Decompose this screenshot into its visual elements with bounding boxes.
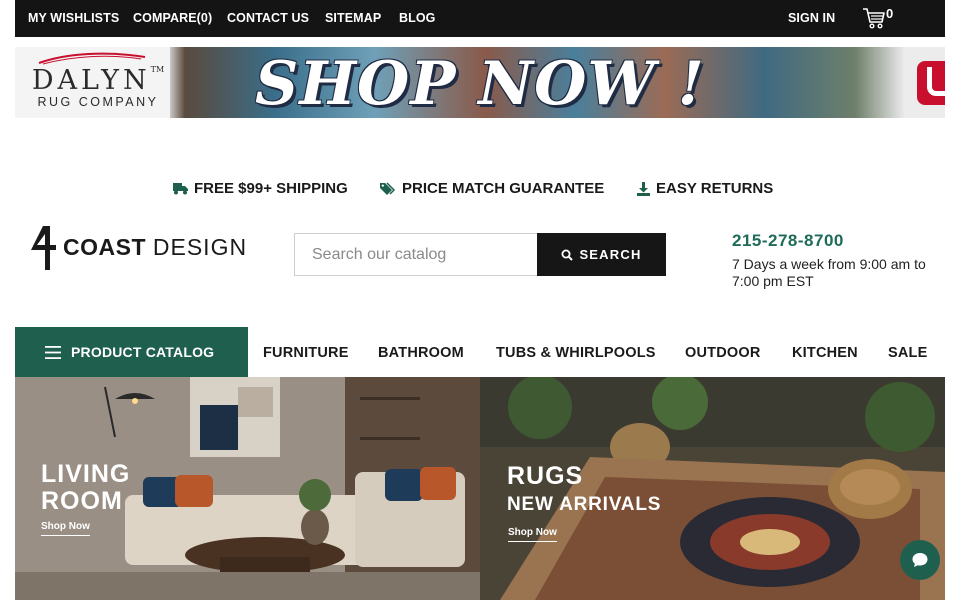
cart-button[interactable] [861, 5, 901, 33]
logo-word-light: DESIGN [152, 234, 248, 260]
nav-item-outdoor[interactable]: OUTDOOR [685, 345, 761, 361]
nav-item-sale[interactable]: SALE [888, 345, 927, 361]
nav-item-tubs-whirlpools[interactable]: TUBS & WHIRLPOOLS [496, 345, 656, 361]
shopping-cart-icon [863, 8, 885, 29]
perk-free-shipping: FREE $99+ SHIPPING [173, 180, 348, 197]
nav-item-bathroom[interactable]: BATHROOM [378, 345, 464, 361]
nav-item-furniture[interactable]: FURNITURE [263, 345, 349, 361]
search-input[interactable] [294, 233, 538, 276]
dalyn-logo: DALYNTM RUG COMPANY [15, 47, 170, 118]
hero-living-room[interactable]: LIVING ROOM Shop Now [15, 377, 480, 600]
cart-count-badge: 0 [886, 6, 894, 21]
dalyn-trademark: TM [150, 65, 165, 74]
sign-in-link[interactable]: SIGN IN [788, 11, 835, 25]
search-button-label: SEARCH [579, 247, 642, 262]
partner-logo-icon [917, 61, 945, 105]
banner-headline: SHOP NOW ! [255, 49, 706, 118]
contact-us-link[interactable]: CONTACT US [227, 11, 309, 25]
live-chat-button[interactable] [900, 540, 940, 580]
hamburger-menu-icon [45, 345, 61, 359]
sitemap-link[interactable]: SITEMAP [325, 11, 381, 25]
hero-living-room-title: LIVING ROOM [41, 460, 131, 515]
phone-number-link[interactable]: 215-278-8700 [732, 231, 844, 251]
perks-bar: FREE $99+ SHIPPING PRICE MATCH GUARANTEE… [0, 180, 960, 200]
site-logo[interactable]: COAST DESIGN [29, 224, 246, 272]
search-icon [561, 249, 574, 261]
hero-rugs-shop-now[interactable]: Shop Now [508, 527, 557, 542]
blog-link[interactable]: BLOG [399, 11, 436, 25]
hero-rugs[interactable]: RUGS NEW ARRIVALS Shop Now [480, 377, 945, 600]
nav-item-kitchen[interactable]: KITCHEN [792, 345, 858, 361]
promo-banner[interactable]: DALYNTM RUG COMPANY SHOP NOW ! [15, 47, 945, 118]
hero-rugs-subtitle: NEW ARRIVALS [507, 494, 662, 515]
logo-word-bold: COAST [63, 234, 146, 260]
dalyn-brand-name: DALYN [31, 65, 151, 96]
truck-icon [173, 183, 188, 195]
product-catalog-button[interactable]: PRODUCT CATALOG [15, 327, 248, 377]
hero-living-room-shop-now[interactable]: Shop Now [41, 521, 90, 536]
hero-rugs-title: RUGS [507, 462, 584, 490]
my-wishlists-link[interactable]: MY WISHLISTS [28, 11, 119, 25]
business-hours: 7 Days a week from 9:00 am to 7:00 pm ES… [732, 256, 926, 289]
four-coast-logo-mark-icon [31, 226, 56, 270]
download-icon [637, 181, 650, 196]
perk-label: EASY RETURNS [656, 180, 774, 197]
top-utility-bar: MY WISHLISTS COMPARE(0) CONTACT US SITEM… [15, 0, 945, 37]
search-button[interactable]: SEARCH [537, 233, 666, 276]
product-catalog-label: PRODUCT CATALOG [71, 344, 215, 360]
perk-price-match: PRICE MATCH GUARANTEE [380, 180, 604, 197]
compare-link[interactable]: COMPARE(0) [133, 11, 212, 25]
dalyn-swoosh-icon [38, 52, 146, 65]
perk-easy-returns: EASY RETURNS [637, 180, 773, 197]
chat-bubble-icon [912, 553, 928, 567]
perk-label: PRICE MATCH GUARANTEE [402, 180, 605, 197]
tags-icon [380, 181, 396, 195]
perk-label: FREE $99+ SHIPPING [194, 180, 348, 197]
dalyn-brand-subtitle: RUG COMPANY [37, 95, 159, 109]
